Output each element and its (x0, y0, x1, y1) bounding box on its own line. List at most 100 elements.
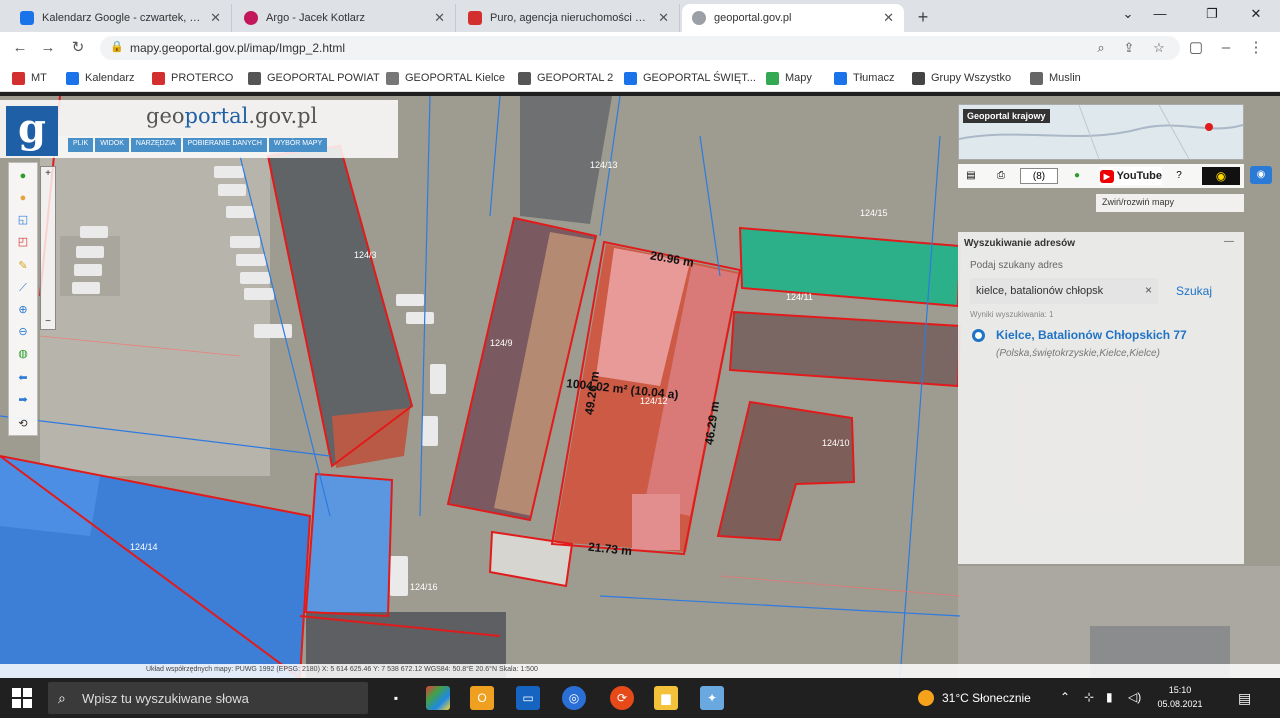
results-count: Wyniki wyszukiwania: 1 (970, 310, 1054, 319)
notification-icon[interactable]: ▤ (1238, 690, 1251, 707)
scale-select[interactable]: (8) (1020, 168, 1058, 184)
back-icon[interactable]: ← (10, 38, 30, 58)
layers-icon[interactable]: ▤ (964, 168, 978, 184)
photos-icon[interactable]: ✦ (700, 686, 724, 710)
bookmark-item[interactable]: GEOPORTAL Kielce (386, 70, 505, 86)
zoom-minus-icon[interactable]: − (43, 317, 53, 327)
address-search-input[interactable] (976, 282, 1136, 300)
history-icon[interactable]: ⟲ (16, 417, 30, 431)
collapse-maps-button[interactable]: Zwiń/rozwiń mapy (1096, 194, 1244, 212)
parcel-label: 124/11 (786, 292, 813, 302)
close-icon[interactable]: ✕ (434, 10, 445, 26)
calendar-icon (20, 11, 34, 25)
bookmark-icon (912, 71, 925, 85)
clear-icon[interactable]: × (1145, 283, 1152, 297)
result-radio[interactable] (972, 329, 985, 342)
bookmark-star-icon[interactable]: ☆ (1150, 39, 1168, 57)
task-view-icon[interactable]: ▪ (384, 686, 408, 710)
overview-minimap[interactable]: Geoportal krajowy (958, 104, 1244, 160)
close-window-icon[interactable]: ✕ (1242, 4, 1270, 24)
close-icon[interactable]: ✕ (658, 10, 669, 26)
lock-icon: 🔒 (110, 41, 124, 53)
menu-file[interactable]: PLIK (68, 138, 94, 152)
help-icon[interactable]: ? (1172, 168, 1186, 184)
weather-widget[interactable]: 31°C Słonecznie (918, 689, 1031, 707)
app-window-icon[interactable]: ▭ (516, 686, 540, 710)
file-explorer-icon[interactable]: ▆ (654, 686, 678, 710)
taskbar-clock[interactable]: 15:10 05.08.2021 (1150, 683, 1210, 711)
tab-puro[interactable]: Puro, agencja nieruchomości Kie... ✕ (458, 4, 680, 32)
restore-icon[interactable]: ❐ (1198, 4, 1226, 24)
bookmark-item[interactable]: Tłumacz (834, 70, 895, 86)
zoom-slider[interactable]: + − (40, 166, 56, 330)
office-icon[interactable] (426, 686, 450, 710)
bookmark-item[interactable]: GEOPORTAL POWIAT (248, 70, 380, 86)
bookmark-item[interactable]: Kalendarz (66, 70, 135, 86)
profile-icon[interactable]: – (1216, 38, 1236, 58)
pencil-icon[interactable]: ✎ (16, 259, 30, 273)
bookmark-item[interactable]: GEOPORTAL ŚWIĘT... (624, 70, 756, 86)
app-red-icon[interactable]: ⟳ (610, 686, 634, 710)
zoom-out-icon[interactable]: ⊖ (16, 325, 30, 339)
bookmark-item[interactable]: MT (12, 70, 47, 86)
zoom-plus-icon[interactable]: + (43, 169, 53, 179)
network-icon[interactable]: ⊹ (1084, 690, 1094, 704)
new-tab-button[interactable]: + (912, 6, 934, 28)
menu-kebab-icon[interactable]: ⋮ (1246, 38, 1266, 58)
sidebar-icon[interactable]: ▢ (1186, 38, 1206, 58)
menu-download[interactable]: POBIERANIE DANYCH (182, 138, 267, 152)
view-eye-icon[interactable]: ◉ (1250, 166, 1272, 184)
windows-taskbar: ⌕ Wpisz tu wyszukiwane słowa ▪ O ▭ ◎ ⟳ ▆… (0, 678, 1280, 718)
minimize-panel-icon[interactable]: — (1224, 236, 1234, 247)
bookmark-item[interactable]: Grupy Wszystko (912, 70, 1011, 86)
bookmark-label: Mapy (785, 72, 812, 84)
address-bar[interactable]: 🔒 mapy.geoportal.gov.pl/imap/Imgp_2.html… (100, 36, 1180, 60)
menu-view[interactable]: WIDOK (95, 138, 129, 152)
measure-area-icon[interactable]: ◰ (16, 235, 30, 249)
youtube-link[interactable]: ▶ YouTube (1100, 167, 1162, 185)
arrow-left-icon[interactable]: ⬅ (16, 371, 30, 385)
share-icon[interactable]: ⇪ (1120, 39, 1138, 57)
bookmark-icon (152, 71, 165, 85)
zoom-icon[interactable]: ⌕ (1092, 39, 1110, 57)
chrome-icon[interactable]: ◎ (562, 686, 586, 710)
taskbar-search[interactable]: ⌕ Wpisz tu wyszukiwane słowa (48, 682, 368, 714)
bookmark-item[interactable]: GEOPORTAL 2 (518, 70, 613, 86)
bookmark-item[interactable]: PROTERCO (152, 70, 233, 86)
tray-chevron-icon[interactable]: ⌃ (1060, 690, 1070, 704)
zoom-in-icon[interactable]: ⊕ (16, 303, 30, 317)
windows-start-icon[interactable] (12, 688, 32, 708)
volume-icon[interactable]: ◁) (1128, 690, 1141, 704)
globe-icon[interactable]: ◍ (16, 347, 30, 361)
close-icon[interactable]: ✕ (210, 10, 221, 26)
arrow-right-icon[interactable]: ➡ (16, 393, 30, 407)
print-icon[interactable]: ⎙ (994, 168, 1008, 184)
pan-icon[interactable]: ● (16, 191, 30, 205)
menu-tools[interactable]: NARZĘDZIA (130, 138, 181, 152)
search-result-link[interactable]: Kielce, Batalionów Chłopskich 77 (996, 328, 1187, 342)
tab-geoportal[interactable]: geoportal.gov.pl ✕ (682, 4, 904, 32)
bookmark-icon (66, 71, 79, 85)
select-icon[interactable]: ◱ (16, 213, 30, 227)
forward-icon[interactable]: → (38, 38, 58, 58)
search-button[interactable]: Szukaj (1176, 284, 1212, 298)
gps-icon[interactable]: ● (1070, 168, 1084, 184)
close-icon[interactable]: ✕ (883, 10, 894, 26)
reload-icon[interactable]: ↻ (68, 38, 88, 58)
outlook-icon[interactable]: O (470, 686, 494, 710)
accessibility-icon[interactable]: ◉ (1202, 167, 1240, 185)
bookmark-item[interactable]: Muslin (1030, 70, 1081, 86)
geoportal-logo[interactable]: g (6, 106, 58, 156)
info-icon[interactable]: ● (16, 169, 30, 183)
tab-google-calendar[interactable]: Kalendarz Google - czwartek, 4 ... ✕ (10, 4, 232, 32)
battery-icon[interactable]: ▮ (1106, 690, 1113, 704)
bookmark-item[interactable]: Mapy (766, 70, 812, 86)
dropdown-icon[interactable]: ⌄ (1114, 4, 1142, 24)
tab-argo[interactable]: Argo - Jacek Kotlarz ✕ (234, 4, 456, 32)
search-result-detail: (Polska,świętokrzyskie,Kielce,Kielce) (996, 348, 1160, 359)
bookmark-label: Tłumacz (853, 72, 895, 84)
measure-line-icon[interactable]: ⟋ (16, 281, 30, 295)
minimap-title: Geoportal krajowy (963, 109, 1050, 123)
menu-map-select[interactable]: WYBÓR MAPY (268, 138, 328, 152)
minimize-icon[interactable]: — (1146, 4, 1174, 24)
